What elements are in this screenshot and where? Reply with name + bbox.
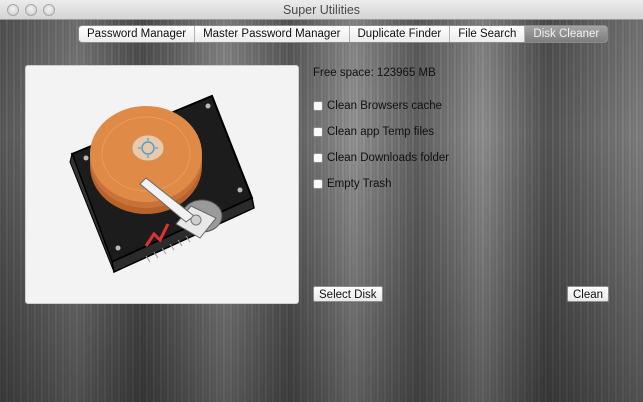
checkbox-label: Clean Downloads folder (327, 152, 450, 164)
main-content: Password Manager Master Password Manager… (0, 20, 643, 402)
free-space-label: Free space: 123965 MB (313, 67, 436, 79)
select-disk-button[interactable]: Select Disk (313, 286, 383, 302)
tab-bar: Password Manager Master Password Manager… (78, 25, 609, 43)
checkbox-box[interactable] (313, 179, 323, 189)
window-title: Super Utilities (282, 3, 361, 17)
hard-drive-icon (69, 94, 255, 274)
tab-file-search[interactable]: File Search (450, 26, 526, 42)
clean-app-temp-files-checkbox[interactable]: Clean app Temp files (313, 126, 434, 138)
checkbox-box[interactable] (313, 127, 323, 137)
app-window: Super Utilities Password Manager Master … (0, 0, 643, 402)
clean-browsers-cache-checkbox[interactable]: Clean Browsers cache (313, 100, 442, 112)
title-bar: Super Utilities (0, 0, 643, 20)
tab-duplicate-finder[interactable]: Duplicate Finder (350, 26, 451, 42)
disk-image-panel (25, 65, 299, 304)
tab-disk-cleaner[interactable]: Disk Cleaner (525, 26, 608, 42)
checkbox-box[interactable] (313, 101, 323, 111)
tab-password-manager[interactable]: Password Manager (79, 26, 196, 42)
empty-trash-checkbox[interactable]: Empty Trash (313, 178, 392, 190)
checkbox-label: Clean app Temp files (327, 126, 435, 138)
tab-master-password-manager[interactable]: Master Password Manager (195, 26, 350, 42)
checkbox-box[interactable] (313, 153, 323, 163)
clean-button[interactable]: Clean (567, 286, 610, 302)
checkbox-label: Empty Trash (327, 178, 392, 190)
clean-downloads-folder-checkbox[interactable]: Clean Downloads folder (313, 152, 449, 164)
checkbox-label: Clean Browsers cache (327, 100, 443, 112)
